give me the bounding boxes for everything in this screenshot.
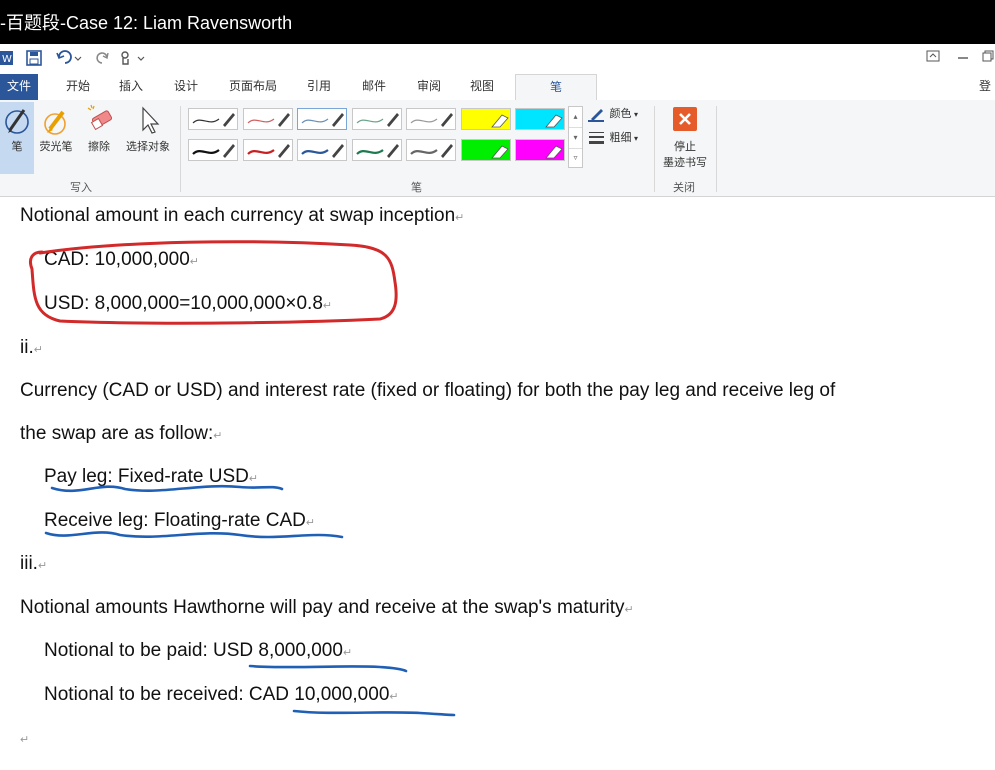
chevron-down-icon: ▾ <box>631 134 639 143</box>
pen-style-swatch[interactable] <box>406 139 456 161</box>
select-objects-button[interactable]: 选择对象 <box>120 102 176 174</box>
gallery-down-icon[interactable]: ▾ <box>569 127 582 148</box>
pen-stroke-icon <box>410 144 453 158</box>
write-group-label: 写入 <box>70 181 92 194</box>
tab-pens[interactable]: 笔 <box>515 74 597 102</box>
ribbon-separator <box>654 106 655 192</box>
save-icon[interactable] <box>26 48 42 68</box>
eraser-icon <box>87 104 113 131</box>
title-bar: -百题段-Case 12: Liam Ravensworth <box>0 0 995 44</box>
pen-stroke-icon <box>355 144 399 158</box>
tab-insert[interactable]: 插入 <box>115 74 147 100</box>
pen-stroke-icon <box>301 113 344 127</box>
pen-gallery-scroll[interactable]: ▴ ▾ ▿ <box>568 106 583 168</box>
close-group-label: 关闭 <box>673 181 695 194</box>
chevron-down-icon: ▾ <box>631 110 639 119</box>
pen-button[interactable]: 笔 <box>0 102 34 174</box>
highlighter-style-swatch[interactable] <box>515 108 565 130</box>
ribbon-display-icon[interactable] <box>926 50 940 66</box>
eraser-button[interactable]: 擦除 <box>82 102 116 174</box>
pen-icon <box>5 109 29 134</box>
pen-stroke-icon <box>246 144 290 158</box>
pen-thickness-button[interactable]: 粗细 ▾ <box>588 129 650 147</box>
close-icon <box>673 107 697 131</box>
ribbon-tabs: 文件 开始 插入 设计 页面布局 引用 邮件 审阅 视图 笔 登 <box>0 74 995 102</box>
stop-inking-label-1: 停止 <box>674 140 696 153</box>
pen-style-swatch[interactable] <box>188 139 238 161</box>
svg-text:W: W <box>2 54 12 65</box>
redo-icon[interactable] <box>96 48 110 68</box>
blue-ink-underline <box>44 531 344 539</box>
ribbon: 笔 荧光笔 擦除 选择对象 写入 ▴ ▾ ▿ 颜色 ▾ 粗细 ▾ 笔 停止 墨迹… <box>0 100 995 197</box>
highlighter-button-label: 荧光笔 <box>39 140 73 153</box>
pen-stroke-icon <box>192 113 235 127</box>
stop-inking-button[interactable]: 停止 墨迹书写 <box>657 106 713 176</box>
gallery-up-icon[interactable]: ▴ <box>569 107 582 127</box>
restore-icon[interactable] <box>982 50 995 66</box>
pen-style-swatch[interactable] <box>406 108 456 130</box>
document-body[interactable]: Notional amount in each currency at swap… <box>0 197 995 770</box>
highlighter-tip-icon <box>490 145 509 159</box>
tab-design[interactable]: 设计 <box>170 74 202 100</box>
pen-style-swatch[interactable] <box>351 139 402 161</box>
pen-stroke-icon <box>301 144 344 158</box>
cursor-arrow-icon <box>142 106 160 134</box>
highlighter-tip-icon <box>490 114 509 128</box>
pen-color-button[interactable]: 颜色 ▾ <box>588 105 650 123</box>
minimize-icon[interactable] <box>957 50 969 66</box>
stop-inking-label-2: 墨迹书写 <box>663 156 707 169</box>
line-thickness-icon <box>589 132 604 144</box>
red-ink-circle <box>28 240 398 325</box>
pen-color-icon <box>588 109 604 122</box>
pen-stroke-icon <box>410 113 453 127</box>
highlighter-icon <box>44 110 66 135</box>
quick-access-toolbar: W <box>0 44 995 74</box>
tab-view[interactable]: 视图 <box>466 74 498 100</box>
blue-ink-underline <box>248 664 408 673</box>
pen-style-swatch[interactable] <box>297 139 347 161</box>
ribbon-separator <box>180 106 181 192</box>
blue-ink-underline <box>50 484 284 493</box>
ribbon-separator <box>716 106 717 192</box>
highlighter-style-swatch[interactable] <box>460 108 511 130</box>
pen-style-swatch[interactable] <box>242 108 293 130</box>
login-link[interactable]: 登 <box>975 74 995 100</box>
highlighter-button[interactable]: 荧光笔 <box>36 102 76 174</box>
eraser-button-label: 擦除 <box>88 140 110 153</box>
ink-annotations <box>28 240 456 717</box>
window-title: -百题段-Case 12: Liam Ravensworth <box>0 13 293 33</box>
pen-style-swatch[interactable] <box>351 108 402 130</box>
tab-references[interactable]: 引用 <box>303 74 335 100</box>
word-app-icon: W <box>0 48 14 68</box>
tab-home[interactable]: 开始 <box>62 74 94 100</box>
pen-style-swatch[interactable] <box>297 108 347 130</box>
touch-mode-icon[interactable] <box>118 48 148 68</box>
pen-color-label: 颜色 <box>609 107 632 120</box>
pen-stroke-icon <box>192 144 235 158</box>
pen-stroke-icon <box>356 113 399 127</box>
highlighter-tip-icon <box>545 145 563 159</box>
pen-stroke-icon <box>247 113 290 127</box>
select-objects-button-label: 选择对象 <box>126 140 170 153</box>
highlighter-style-swatch[interactable] <box>460 139 511 161</box>
highlighter-style-swatch[interactable] <box>515 139 565 161</box>
pen-button-label: 笔 <box>11 140 23 153</box>
tab-file[interactable]: 文件 <box>0 74 38 100</box>
tab-review[interactable]: 审阅 <box>413 74 445 100</box>
pen-thickness-label: 粗细 <box>609 131 632 144</box>
highlighter-tip-icon <box>545 114 563 128</box>
blue-ink-underline <box>292 709 456 717</box>
tab-page-layout[interactable]: 页面布局 <box>225 74 281 100</box>
pens-group-label: 笔 <box>411 181 422 194</box>
undo-icon[interactable] <box>56 48 82 68</box>
pen-style-swatch[interactable] <box>242 139 293 161</box>
pen-style-swatch[interactable] <box>188 108 238 130</box>
tab-mailings[interactable]: 邮件 <box>358 74 390 100</box>
gallery-more-icon[interactable]: ▿ <box>569 148 582 167</box>
